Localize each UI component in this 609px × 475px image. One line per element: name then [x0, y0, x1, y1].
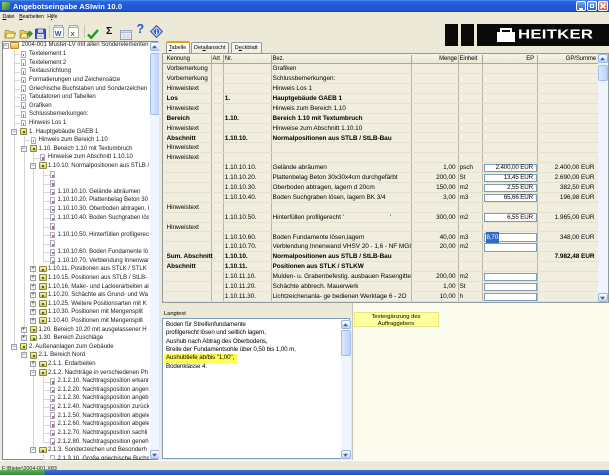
svg-text:W: W — [54, 31, 61, 38]
svg-text:x: x — [70, 31, 74, 38]
